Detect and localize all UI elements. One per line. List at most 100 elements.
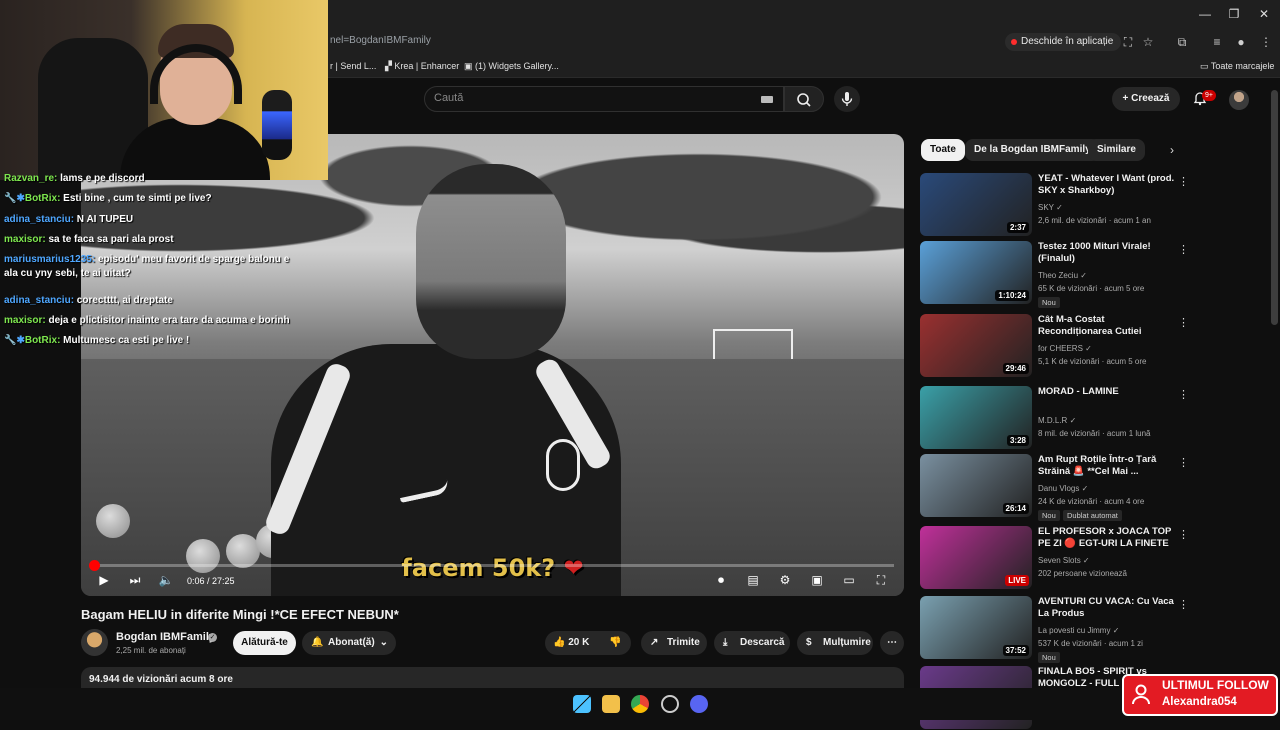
translate-icon[interactable]: ⛶ xyxy=(1120,34,1136,50)
progress-scrubber[interactable] xyxy=(89,560,100,571)
miniplayer-icon[interactable]: ▣ xyxy=(809,572,825,588)
join-button[interactable]: Alătură-te xyxy=(233,631,296,655)
recommendation-title[interactable]: MORAD - LAMINE xyxy=(1038,386,1178,398)
recommendation-item[interactable]: 3:28 MORAD - LAMINE M.D.L.R ✓ 8 mil. de viz… xyxy=(920,386,1192,450)
search-input[interactable]: Caută xyxy=(434,92,463,104)
dislike-button[interactable]: 👎 xyxy=(609,631,621,655)
progress-bar[interactable] xyxy=(91,564,894,567)
theater-mode-icon[interactable]: ▭ xyxy=(841,572,857,588)
page-scrollbar[interactable] xyxy=(1271,90,1278,325)
share-button[interactable]: ↗ Trimite xyxy=(641,631,707,655)
recommendation-title[interactable]: YEAT - Whatever I Want (prod. SKY x Shar… xyxy=(1038,173,1178,197)
voice-search-button[interactable] xyxy=(834,86,860,112)
close-icon[interactable]: ✕ xyxy=(1249,4,1279,24)
recommendation-thumbnail[interactable]: 3:28 xyxy=(920,386,1032,449)
chrome-icon[interactable] xyxy=(631,695,649,713)
recommendation-channel[interactable]: M.D.L.R ✓ xyxy=(1038,416,1076,425)
chat-username[interactable]: Razvan_re: xyxy=(4,173,57,184)
recommendation-thumbnail[interactable]: 1:10:24 xyxy=(920,241,1032,304)
file-explorer-icon[interactable] xyxy=(602,695,620,713)
chat-username[interactable]: maxisor: xyxy=(4,234,46,245)
recommendation-item[interactable]: LIVE EL PROFESOR x JOACA TOP PE ZI 🔴 EGT-… xyxy=(920,526,1192,590)
next-icon[interactable]: ⏭ xyxy=(127,572,143,588)
recommendation-title[interactable]: Testez 1000 Mituri Virale! (Finalul) xyxy=(1038,241,1178,265)
channel-name[interactable]: Bogdan IBMFamily xyxy=(116,631,215,643)
more-vert-icon[interactable]: ⋮ xyxy=(1178,456,1189,470)
recommendation-thumbnail[interactable]: 37:52 xyxy=(920,596,1032,659)
volume-icon[interactable]: 🔈 xyxy=(158,572,174,588)
media-icon[interactable]: ≡ xyxy=(1209,34,1225,50)
like-button[interactable]: 👍 20 K xyxy=(553,631,589,655)
recommendation-thumbnail[interactable]: 26:14 xyxy=(920,454,1032,517)
chat-text: corectttt, ai dreptate xyxy=(74,294,173,306)
recommendation-title[interactable]: Am Rupt Roțile Într-o Țară Străină 🚨 **C… xyxy=(1038,454,1178,478)
channel-avatar[interactable] xyxy=(81,629,108,656)
search-button[interactable] xyxy=(784,86,824,112)
recommendation-item[interactable]: 37:52 AVENTURI CU VACA: Cu Vaca La Produs… xyxy=(920,596,1192,663)
more-vert-icon[interactable]: ⋮ xyxy=(1178,388,1189,402)
recommendation-thumbnail[interactable]: LIVE xyxy=(920,526,1032,589)
recommendation-item[interactable]: 29:46 Cât M-a Costat Recondiționarea Cuti… xyxy=(920,314,1192,378)
more-actions-button[interactable]: ⋯ xyxy=(880,631,904,655)
recommendation-meta: 8 mil. de vizionări · acum 1 lună xyxy=(1038,429,1151,438)
chip-2[interactable]: Similare xyxy=(1088,139,1145,161)
chat-username[interactable]: BotRix: xyxy=(25,193,61,204)
search-icon xyxy=(797,93,811,107)
create-button[interactable]: + Creează xyxy=(1112,87,1180,111)
url-text[interactable]: nel=BogdanIBMFamily xyxy=(330,35,431,46)
recommendation-item[interactable]: 2:37 YEAT - Whatever I Want (prod. SKY x … xyxy=(920,173,1192,237)
menu-dots-icon[interactable]: ⋮ xyxy=(1258,34,1274,50)
recommendation-thumbnail[interactable]: 2:37 xyxy=(920,173,1032,236)
recommendation-title[interactable]: AVENTURI CU VACA: Cu Vaca La Produs xyxy=(1038,596,1178,620)
subscribed-button[interactable]: 🔔 Abonat(ă) ⌄ xyxy=(302,631,396,655)
play-icon[interactable]: ▶ xyxy=(96,572,112,588)
account-avatar[interactable] xyxy=(1229,90,1249,110)
more-vert-icon[interactable]: ⋮ xyxy=(1178,598,1189,612)
duration-badge: 26:14 xyxy=(1002,503,1029,514)
recommendation-item[interactable]: 1:10:24 Testez 1000 Mituri Virale! (Final… xyxy=(920,241,1192,308)
obs-icon[interactable] xyxy=(661,695,679,713)
more-vert-icon[interactable]: ⋮ xyxy=(1178,243,1189,257)
recommendation-title[interactable]: EL PROFESOR x JOACA TOP PE ZI 🔴 EGT-URI … xyxy=(1038,526,1178,551)
bookmark-item[interactable]: r | Send L... xyxy=(330,61,376,71)
windows-start-icon[interactable] xyxy=(573,695,591,713)
recommendation-title[interactable]: Cât M-a Costat Recondiționarea Cutiei Au… xyxy=(1038,314,1178,339)
bookmark-item[interactable]: ▣ (1) Widgets Gallery... xyxy=(464,61,559,72)
search-box[interactable] xyxy=(424,86,784,112)
more-vert-icon[interactable]: ⋮ xyxy=(1178,528,1189,542)
download-button[interactable]: ⤓ Descarcă xyxy=(714,631,790,655)
chat-username[interactable]: maxisor: xyxy=(4,315,46,326)
discord-icon[interactable] xyxy=(690,695,708,713)
chat-username[interactable]: mariusmarius1235: xyxy=(4,254,95,265)
recommendation-channel[interactable]: La povesti cu Jimmy ✓ xyxy=(1038,626,1119,635)
profile-icon[interactable]: ● xyxy=(1233,34,1249,50)
chat-username[interactable]: adina_stanciu: xyxy=(4,214,74,225)
restore-icon[interactable]: ❐ xyxy=(1219,4,1249,24)
recommendation-thumbnail[interactable]: 29:46 xyxy=(920,314,1032,377)
star-icon[interactable]: ☆ xyxy=(1140,34,1156,50)
chevron-right-icon[interactable]: › xyxy=(1164,142,1180,158)
chip-0[interactable]: Toate xyxy=(921,139,965,161)
autoplay-toggle-icon[interactable]: ⏺ xyxy=(709,572,733,588)
recommendation-channel[interactable]: Seven Slots ✓ xyxy=(1038,556,1090,565)
all-bookmarks-item[interactable]: ▭ Toate marcajele xyxy=(1200,61,1274,72)
minimize-icon[interactable]: — xyxy=(1190,4,1220,24)
chat-username[interactable]: adina_stanciu: xyxy=(4,295,74,306)
recommendation-channel[interactable]: Danu Vlogs ✓ xyxy=(1038,484,1088,493)
more-vert-icon[interactable]: ⋮ xyxy=(1178,316,1189,330)
extensions-icon[interactable]: ⧉ xyxy=(1174,34,1190,50)
recommendation-item[interactable]: 26:14 Am Rupt Roțile Într-o Țară Străină … xyxy=(920,454,1192,521)
chip-1[interactable]: De la Bogdan IBMFamily xyxy=(965,139,1100,161)
recommendation-channel[interactable]: Theo Zeciu ✓ xyxy=(1038,271,1087,280)
fullscreen-icon[interactable]: ⛶ xyxy=(873,572,889,588)
more-vert-icon[interactable]: ⋮ xyxy=(1178,175,1189,189)
settings-icon[interactable]: ⚙ xyxy=(777,572,793,588)
thanks-button[interactable]: $ Mulțumire xyxy=(797,631,873,655)
keyboard-icon[interactable] xyxy=(761,96,773,103)
recommendation-channel[interactable]: SKY ✓ xyxy=(1038,203,1063,212)
subtitles-icon[interactable]: ▤ xyxy=(745,572,761,588)
recommendation-channel[interactable]: for CHEERS ✓ xyxy=(1038,344,1092,353)
bookmark-item[interactable]: ▞ Krea | Enhancer xyxy=(385,61,459,72)
open-in-app-button[interactable]: Deschide în aplicație xyxy=(1005,33,1122,51)
chat-username[interactable]: BotRix: xyxy=(25,335,61,346)
